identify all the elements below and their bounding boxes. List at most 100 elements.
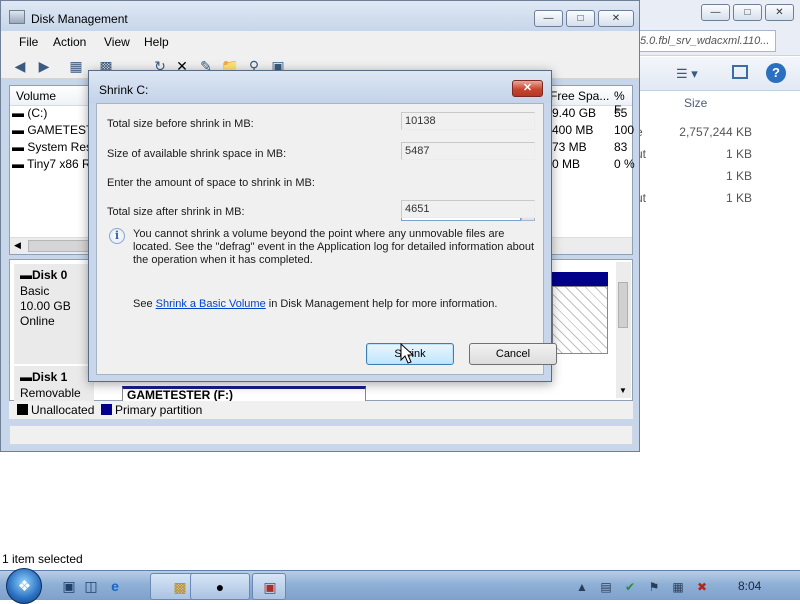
file-size: 1 KB	[725, 191, 752, 205]
volume-pct: 83	[614, 140, 628, 154]
close-button[interactable]: ✕	[598, 10, 634, 27]
drive-icon: ▬	[12, 106, 24, 120]
disk0-state: Online	[20, 314, 55, 328]
volume-name: (C:)	[27, 106, 48, 120]
mouse-cursor-icon	[400, 343, 415, 364]
help-prefix: See	[133, 298, 156, 310]
forward-icon[interactable]: ▶	[35, 57, 53, 75]
menu-file[interactable]: File	[19, 35, 38, 49]
explorer-minimize-button[interactable]: —	[701, 4, 730, 21]
disk0-info[interactable]: ▬Disk 0 Basic 10.00 GB Online	[14, 264, 94, 364]
taskbar: ❖ ▣ ◫ e ▩ ● ▣ ▲ ▤ ✔ ⚑ ▦ ✖ 8:04	[0, 568, 800, 604]
network-tray-icon[interactable]: ▲	[574, 579, 590, 595]
show-desktop-icon[interactable]: ▣	[60, 577, 78, 595]
unallocated-swatch	[17, 404, 28, 415]
available-shrink-value: 5487	[401, 142, 535, 160]
preview-pane-icon[interactable]	[732, 65, 748, 79]
menu-help[interactable]: Help	[144, 35, 169, 49]
cancel-button[interactable]: Cancel	[469, 343, 557, 365]
dialog-title: Shrink C:	[99, 83, 149, 97]
network-status-icon[interactable]: ▦	[670, 579, 686, 595]
disk1-name: ▬Disk 1	[20, 370, 68, 384]
document-tray-icon[interactable]: ▤	[598, 579, 614, 595]
info-icon: i	[109, 228, 125, 244]
back-icon[interactable]: ◀	[11, 57, 29, 75]
dialog-titlebar: Shrink C: ✕	[89, 71, 551, 103]
shrink-dialog: Shrink C: ✕ Total size before shrink in …	[88, 70, 557, 382]
menu-action[interactable]: Action	[53, 35, 86, 49]
explorer-titlebar: — □ ✕	[636, 0, 800, 26]
help-line: See Shrink a Basic Volume in Disk Manage…	[133, 298, 497, 310]
media-player-icon: ●	[215, 579, 225, 595]
action-center-flag-icon[interactable]: ⚑	[646, 579, 662, 595]
clock[interactable]: 8:04	[738, 579, 761, 593]
scroll-thumb[interactable]	[618, 282, 628, 328]
total-before-label: Total size before shrink in MB:	[107, 118, 254, 130]
help-icon[interactable]: ?	[766, 63, 786, 83]
explorer-address-bar: 5.0.fbl_srv_wdacxml.110...	[636, 26, 800, 56]
explorer-address-input[interactable]: 5.0.fbl_srv_wdacxml.110...	[636, 30, 776, 52]
disk1-info[interactable]: ▬Disk 1 Removable	[14, 366, 94, 406]
switch-windows-icon[interactable]: ◫	[82, 577, 100, 595]
scroll-left-icon[interactable]: ◀	[14, 240, 21, 251]
explorer-toolbar: ☰ ▾ ?	[636, 57, 800, 91]
menu-view[interactable]: View	[104, 35, 130, 49]
help-link[interactable]: Shrink a Basic Volume	[156, 298, 266, 310]
help-suffix: in Disk Management help for more informa…	[265, 298, 498, 310]
explorer-close-button[interactable]: ✕	[765, 4, 794, 21]
windows-logo-icon: ❖	[17, 578, 32, 595]
explorer-maximize-button[interactable]: □	[733, 4, 762, 21]
minimize-button[interactable]: —	[534, 10, 563, 27]
available-shrink-label: Size of available shrink space in MB:	[107, 148, 287, 160]
column-free-space[interactable]: Free Spa...	[550, 89, 609, 103]
volume-pct: 55	[614, 106, 628, 120]
maximize-button[interactable]: □	[566, 10, 595, 27]
disk-management-app-icon	[9, 10, 25, 24]
volume-pct: 100	[614, 123, 635, 137]
disk1-partition[interactable]: GAMETESTER (F:)	[122, 386, 366, 402]
window-title: Disk Management	[31, 12, 128, 26]
total-after-label: Total size after shrink in MB:	[107, 206, 245, 218]
taskbar-media-button[interactable]: ●	[190, 573, 250, 600]
disk0-name: ▬Disk 0	[20, 268, 68, 282]
primary-partition-swatch	[101, 404, 112, 415]
disk0-size: 10.00 GB	[20, 299, 71, 313]
volume-muted-icon[interactable]: ✖	[694, 579, 710, 595]
menu-bar: File Action View Help	[1, 31, 639, 53]
file-size: 1 KB	[725, 147, 752, 161]
file-size: 1 KB	[725, 169, 752, 183]
explorer-file-row[interactable]: t 1 KB	[636, 166, 800, 188]
volume-free: 0 MB	[552, 157, 581, 171]
explorer-file-row[interactable]: e 2,757,244 KB	[636, 122, 800, 144]
folder-icon: ▩	[173, 579, 187, 595]
selected-partition-block[interactable]	[552, 286, 608, 354]
security-tray-icon[interactable]: ✔	[622, 579, 638, 595]
volume-pct: 0 %	[614, 157, 635, 171]
start-button[interactable]: ❖	[6, 568, 42, 604]
taskbar-disk-management-button[interactable]: ▣	[252, 573, 286, 600]
view-options-icon[interactable]: ☰ ▾	[676, 66, 698, 82]
vertical-scrollbar[interactable]: ▼	[616, 262, 631, 398]
size-column-header[interactable]: Size	[684, 96, 707, 110]
explorer-file-row[interactable]: ut 1 KB	[636, 144, 800, 166]
legend: Unallocated Primary partition	[9, 401, 633, 419]
explorer-column-header: Size	[636, 92, 800, 114]
dialog-close-button[interactable]: ✕	[512, 80, 543, 97]
volume-free: 400 MB	[552, 123, 594, 137]
file-size: 2,757,244 KB	[679, 125, 752, 139]
disk-management-icon: ▣	[263, 579, 277, 595]
show-hide-tree-icon[interactable]: ▦	[67, 57, 85, 75]
disk0-type: Basic	[20, 284, 50, 298]
legend-unallocated: Unallocated	[31, 403, 95, 417]
legend-primary-partition: Primary partition	[115, 403, 203, 417]
drive-icon: ▬	[12, 140, 24, 154]
partition-header-bar	[552, 272, 608, 286]
dialog-body: Total size before shrink in MB: 10138 Si…	[96, 103, 557, 375]
column-volume[interactable]: Volume	[16, 89, 56, 103]
drive-icon: ▬	[12, 157, 24, 171]
dm-titlebar: Disk Management — □ ✕	[1, 1, 639, 31]
explorer-file-row[interactable]: ut 1 KB	[636, 188, 800, 210]
disk1-type: Removable	[20, 386, 81, 400]
internet-explorer-icon[interactable]: e	[106, 577, 124, 595]
scroll-down-icon[interactable]: ▼	[619, 386, 627, 395]
